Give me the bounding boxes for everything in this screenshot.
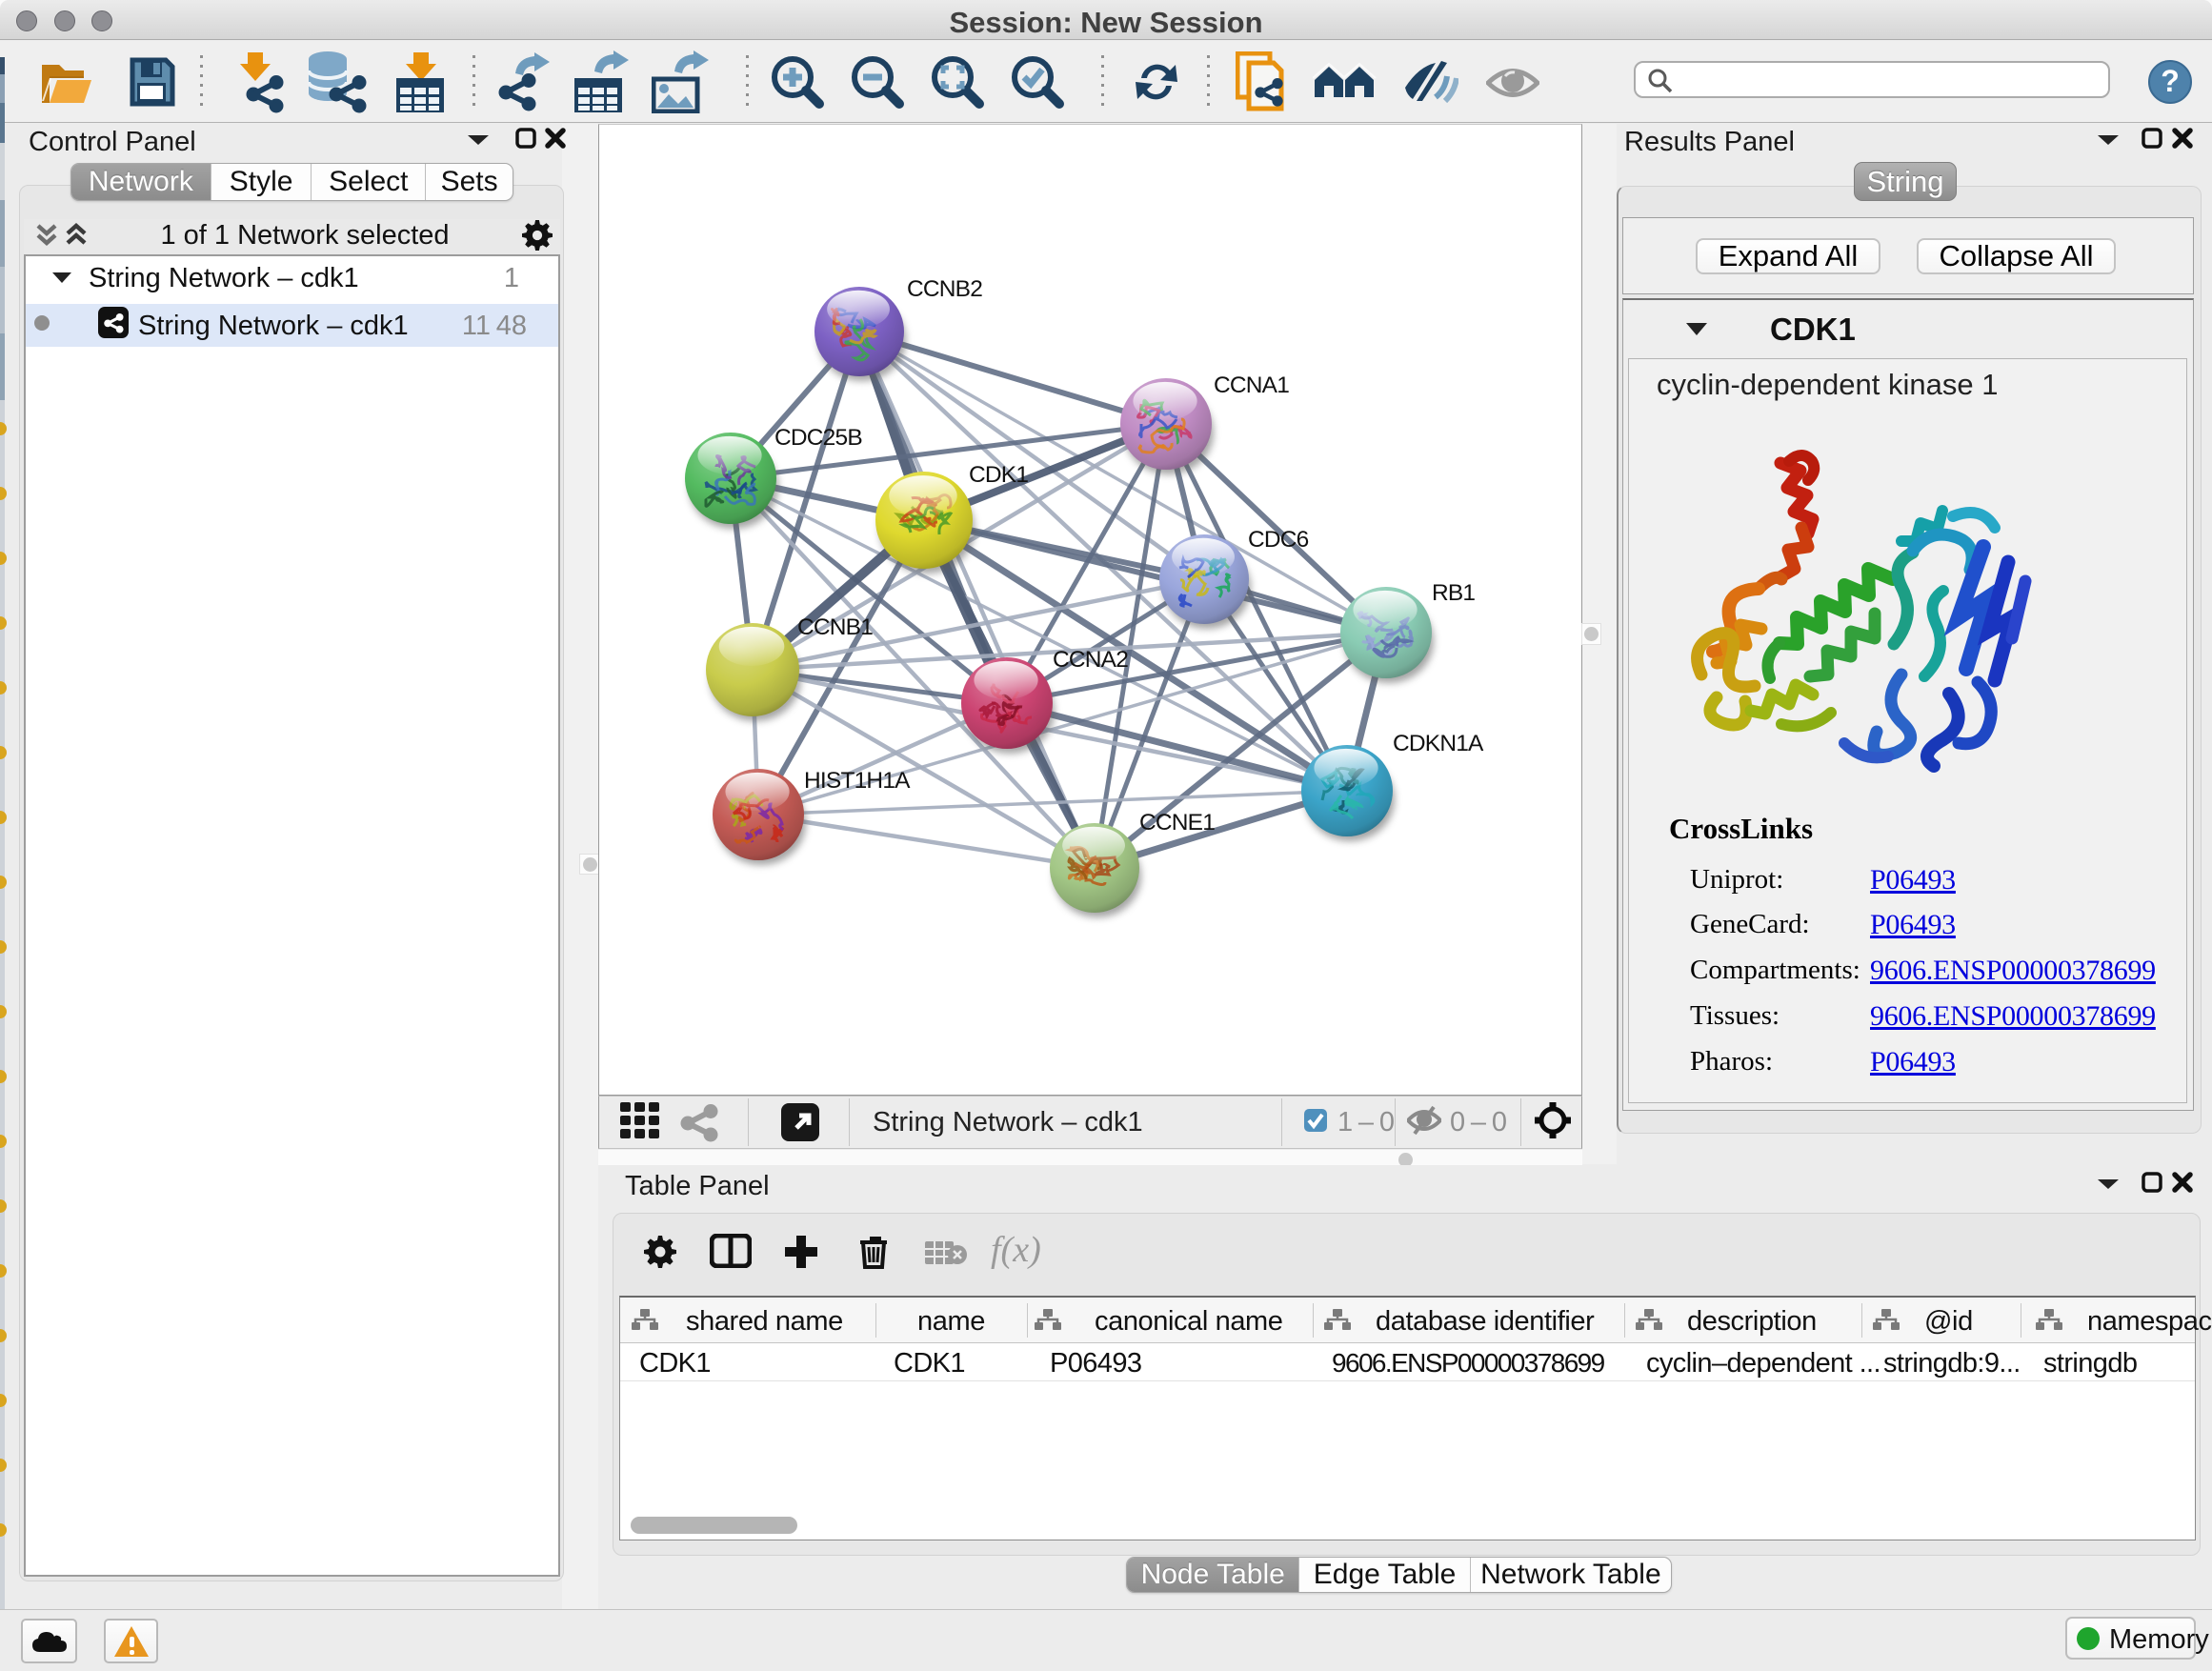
svg-text:CCNB2: CCNB2 — [907, 276, 982, 302]
svg-text:CDC25B: CDC25B — [774, 425, 862, 451]
svg-text:RB1: RB1 — [1432, 580, 1475, 606]
svg-text:CDKN1A: CDKN1A — [1393, 731, 1484, 756]
svg-text:CCNB1: CCNB1 — [797, 614, 873, 640]
svg-text:?: ? — [2161, 64, 2180, 98]
svg-text:CDK1: CDK1 — [969, 462, 1028, 488]
svg-text:CDC6: CDC6 — [1248, 527, 1309, 553]
svg-text:CCNA2: CCNA2 — [1053, 647, 1128, 673]
svg-text:CCNE1: CCNE1 — [1139, 810, 1215, 836]
svg-text:CCNA1: CCNA1 — [1214, 372, 1289, 398]
svg-text:HIST1H1A: HIST1H1A — [804, 768, 911, 794]
